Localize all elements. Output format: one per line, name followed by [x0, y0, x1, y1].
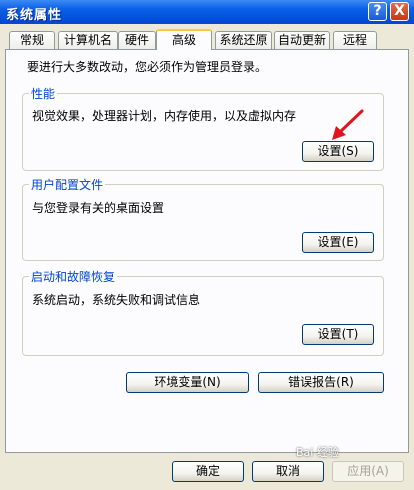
title-bar: 系统属性 ? X [0, 0, 414, 24]
tab-hardware[interactable]: 硬件 [118, 31, 156, 49]
group-description-startup-recovery: 系统启动，系统失败和调试信息 [32, 293, 201, 307]
environment-variables-button[interactable]: 环境变量(N) [126, 372, 249, 393]
help-icon: ? [373, 3, 382, 19]
close-icon: X [394, 3, 405, 19]
tab-computer-name[interactable]: 计算机名 [58, 31, 118, 49]
admin-note: 要进行大多数改动，您必须作为管理员登录。 [27, 60, 268, 74]
close-button[interactable]: X [390, 2, 409, 21]
watermark: Bai 经验 [296, 446, 339, 459]
performance-settings-button[interactable]: 设置(S) [302, 141, 374, 162]
window-title: 系统属性 [6, 8, 63, 23]
group-description-user-profiles: 与您登录有关的桌面设置 [32, 201, 165, 215]
tab-automatic-updates[interactable]: 自动更新 [274, 31, 330, 49]
user-profiles-settings-button[interactable]: 设置(E) [302, 232, 374, 253]
tab-system-restore[interactable]: 系统还原 [215, 31, 272, 49]
group-title-user-profiles: 用户配置文件 [29, 176, 106, 193]
cancel-button[interactable]: 取消 [252, 461, 324, 482]
annotation-arrow-icon [332, 109, 364, 140]
ok-button[interactable]: 确定 [172, 461, 244, 482]
help-button[interactable]: ? [368, 2, 387, 21]
startup-recovery-settings-button[interactable]: 设置(T) [302, 324, 374, 345]
error-reporting-button[interactable]: 错误报告(R) [258, 372, 384, 393]
apply-button[interactable]: 应用(A) [332, 461, 404, 482]
tab-advanced[interactable]: 高级 [156, 29, 212, 50]
group-description-performance: 视觉效果，处理器计划，内存使用，以及虚拟内存 [32, 109, 297, 123]
tab-remote[interactable]: 远程 [333, 31, 377, 49]
group-title-startup-recovery: 启动和故障恢复 [29, 268, 118, 285]
group-title-performance: 性能 [29, 85, 58, 102]
tab-general[interactable]: 常规 [9, 31, 55, 49]
